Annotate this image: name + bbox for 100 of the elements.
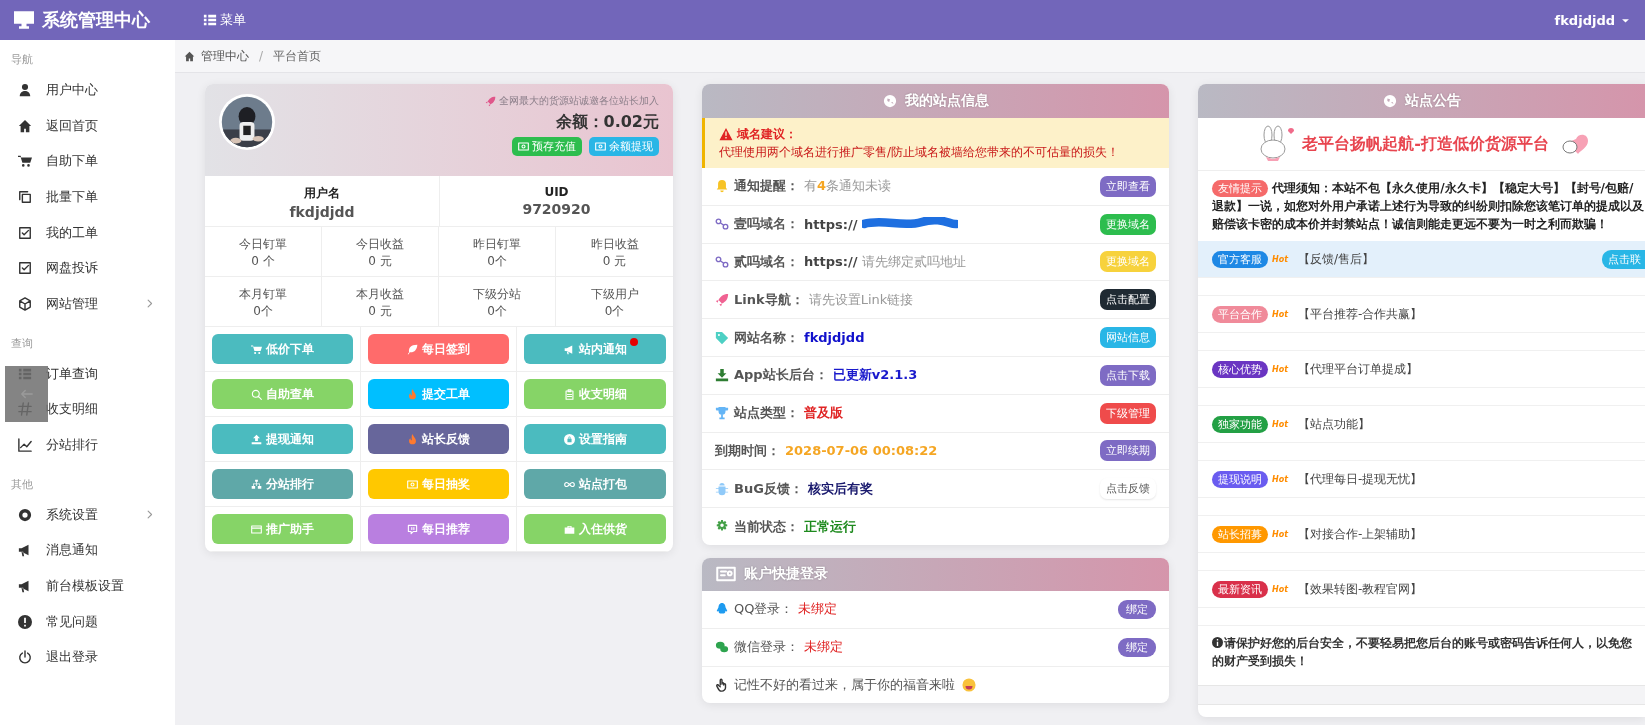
alert-title: 域名建议：: [737, 126, 797, 143]
shortcut-button[interactable]: 站长反馈: [368, 424, 509, 454]
hot-label: Hot: [1272, 584, 1288, 594]
sidebar-item[interactable]: 我的工单: [0, 214, 175, 251]
hot-label: Hot: [1272, 309, 1288, 319]
rocket-icon: [715, 292, 729, 307]
sidebar-item[interactable]: 退出登录: [0, 639, 175, 676]
shortcut-button[interactable]: 站点打包: [524, 469, 666, 499]
action-button[interactable]: 更换域名: [1100, 213, 1156, 235]
stat-label: 昨日钉單: [473, 236, 521, 253]
action-button[interactable]: 点击下载: [1100, 364, 1156, 386]
shortcut-button[interactable]: 分站排行: [212, 469, 353, 499]
stat-value: 0 元: [368, 253, 392, 270]
rocket-icon: [485, 95, 496, 107]
hot-label: Hot: [1272, 419, 1288, 429]
info-icon: [1212, 637, 1223, 648]
sidebar-item[interactable]: 常见问题: [0, 603, 175, 640]
stat-label: 今日钉單: [239, 236, 287, 253]
field-value: fkdjdjdd: [289, 204, 355, 220]
sidebar-item[interactable]: 返回首页: [0, 107, 175, 144]
action-button[interactable]: 立即续期: [1100, 440, 1156, 462]
hot-label: Hot: [1272, 254, 1288, 264]
sidebar-item[interactable]: 消息通知: [0, 532, 175, 569]
exclamation-icon: [18, 614, 32, 629]
hand-icon: [715, 677, 729, 692]
link-icon: [715, 255, 729, 269]
cart-icon: [18, 154, 32, 169]
megaphone-icon: [563, 343, 575, 355]
alert-text: 代理使用两个域名进行推广零售/防止域名被墙给您带来的不可估量的损失！: [719, 144, 1121, 161]
breadcrumb-separator: /: [259, 49, 264, 63]
info-value: 核实后有奖: [807, 479, 873, 498]
emoji-icon: [962, 677, 976, 692]
back-button[interactable]: [5, 366, 48, 422]
sidebar-item[interactable]: 系统设置: [0, 496, 175, 533]
balance-action-button[interactable]: 预存充值: [512, 137, 582, 156]
sidebar-item[interactable]: 网站管理: [0, 286, 175, 322]
bubbles-icon: [715, 640, 729, 655]
item-title: 【代理每日-提现无忧】: [1298, 470, 1423, 488]
item-title: 【平台推荐-合作共赢】: [1298, 305, 1423, 323]
info-value: 已更新v2.1.3: [832, 366, 918, 385]
field-value: 9720920: [522, 201, 591, 217]
shortcut-button[interactable]: 每日签到: [368, 334, 509, 364]
announcement-item[interactable]: 官方客服 Hot 【反馈/售后】 点击联: [1198, 241, 1645, 278]
category-tag: 平台合作: [1212, 305, 1268, 323]
info-value: 普及版: [804, 404, 843, 423]
bind-button[interactable]: 绑定: [1118, 637, 1156, 657]
announcement-item[interactable]: 提现说明 Hot 【代理每日-提现无忧】: [1198, 461, 1645, 498]
menu-button[interactable]: 菜单: [197, 10, 252, 30]
fire-icon: [407, 388, 418, 400]
notice-text: 友情提示 代理须知：本站不包【永久使用/永久卡】【稳定大号】【封号/包赔/退款】一说，如您对外用户承诺上述行为导致的纠纷则扣除您该笔订单的提成以及赔偿该卡密的成本价并封禁站点！诚信则能走更远不要为一时之利而欺骗！: [1212, 179, 1645, 233]
user-icon: [18, 82, 32, 97]
action-button[interactable]: 点击反馈: [1100, 478, 1156, 500]
stat-value: 0个: [487, 303, 507, 320]
power-icon: [18, 650, 32, 665]
sidebar-item[interactable]: 用户中心: [0, 72, 175, 108]
announcement-item[interactable]: 最新资讯 Hot 【效果转图-教程官网】: [1198, 571, 1645, 608]
checkbox-icon: [18, 225, 32, 240]
announcement-item[interactable]: 独家功能 Hot 【站点功能】: [1198, 406, 1645, 443]
breadcrumb-link[interactable]: 管理中心: [201, 47, 249, 65]
download-icon: [715, 368, 729, 383]
info-label: App站长后台：: [734, 366, 828, 385]
tag-icon: [715, 330, 729, 345]
card-title: 站点公告: [1404, 92, 1461, 110]
megaphone-icon: [18, 579, 32, 594]
stat-label: 本月钉單: [239, 286, 287, 303]
info-label: QQ登录：: [734, 600, 794, 619]
sitemap-icon: [251, 478, 262, 490]
info-value: 未绑定: [804, 638, 843, 657]
category-tag: 最新资讯: [1212, 580, 1268, 598]
action-button[interactable]: 点击配置: [1100, 289, 1156, 311]
info-label: 网站名称：: [734, 328, 799, 347]
info-label: 通知提醒：: [734, 177, 799, 196]
banner-title: 老平台扬帆起航-打造低价货源平台: [1302, 133, 1549, 155]
stat-label: 昨日收益: [590, 236, 639, 253]
info-label: BuG反馈：: [734, 479, 803, 498]
info-value: fkdjdjdd: [804, 330, 865, 346]
announcement-item[interactable]: 核心优势 Hot 【代理平台订单提成】: [1198, 351, 1645, 388]
link-icon: [715, 217, 729, 232]
sidebar-item[interactable]: 批量下单: [0, 179, 175, 215]
sidebar-item[interactable]: 网盘投诉: [0, 250, 175, 287]
home-icon: [184, 50, 195, 62]
info-value: 请先设置Link链接: [808, 290, 914, 309]
balance-text: 余额：0.02元: [555, 112, 659, 133]
user-menu[interactable]: fkdjdjdd: [1548, 11, 1637, 29]
money-icon: [407, 478, 418, 490]
announcement-item[interactable]: 站长招募 Hot 【对接合作-上架辅助】: [1198, 516, 1645, 553]
info-label: 微信登录：: [734, 638, 799, 657]
category-tag: 独家功能: [1212, 415, 1268, 433]
action-button[interactable]: 下级管理: [1100, 402, 1156, 424]
bind-button[interactable]: 绑定: [1118, 599, 1156, 619]
sidebar-item[interactable]: 前台模板设置: [0, 568, 175, 604]
sidebar-item[interactable]: 分站排行: [0, 427, 175, 463]
stat-label: 下级分站: [473, 286, 521, 303]
sidebar-item[interactable]: 自助下单: [0, 143, 175, 180]
field-label: 用户名: [304, 185, 340, 202]
shortcut-button[interactable]: 每日推荐: [368, 514, 509, 544]
action-button[interactable]: 立即查看: [1100, 175, 1156, 197]
announcement-item[interactable]: 平台合作 Hot 【平台推荐-合作共赢】: [1198, 296, 1645, 333]
chat-icon: [407, 523, 418, 535]
home-icon: [18, 118, 32, 133]
